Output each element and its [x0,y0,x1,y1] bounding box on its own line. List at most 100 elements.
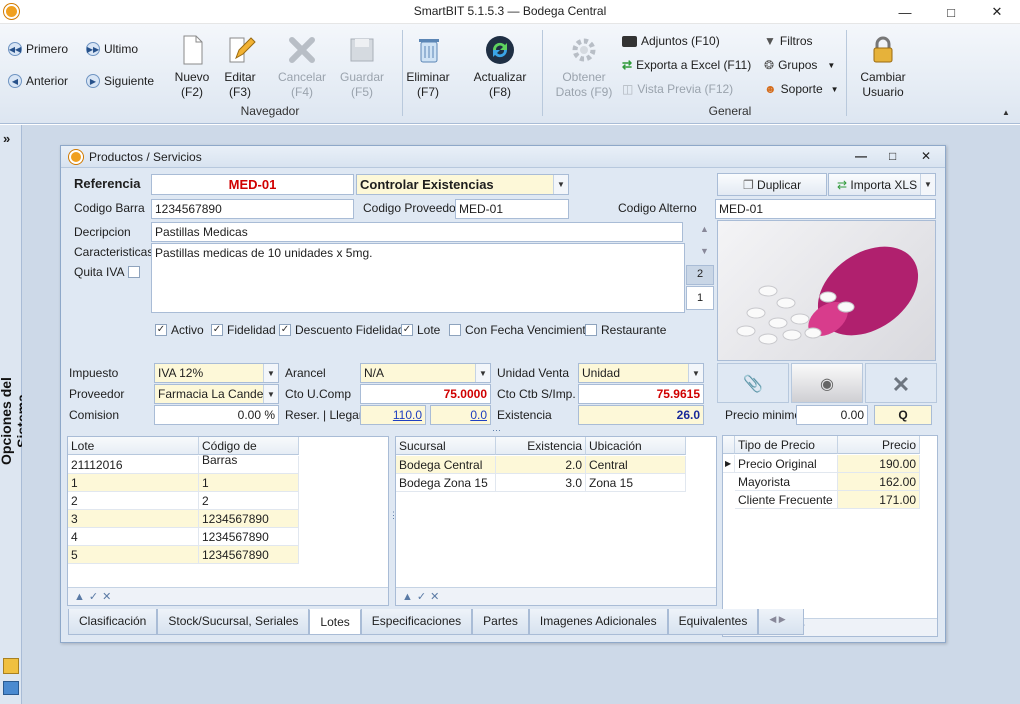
lot-barcode-cell[interactable] [199,456,299,474]
supplier-select[interactable]: Farmacia La Candelaria ▼ [154,384,279,404]
monitor-icon[interactable] [3,681,19,695]
edit-button[interactable]: Editar (F3) [210,30,270,100]
support-dropdown[interactable]: ☻ Soporte ▼ [764,82,839,96]
lots-grid-navigator[interactable]: ▲✓✕ [68,587,388,605]
tab-additional-images[interactable]: Imagenes Adicionales [528,609,668,635]
branch-stock-cell[interactable]: 3.0 [496,474,586,492]
last-button[interactable]: ▶▶ Ultimo [86,42,138,56]
tab-classification[interactable]: Clasificación [68,609,158,635]
tab-parts[interactable]: Partes [472,609,529,635]
tab-lots[interactable]: Lotes [309,609,361,635]
cancel-button[interactable]: Cancelar (F4) [272,30,332,100]
tab-stock-branch[interactable]: Stock/Sucursal, Seriales [157,609,310,635]
expand-panel-icon[interactable]: » [3,131,10,146]
lot-checkbox[interactable]: ✓ Lote [401,323,440,337]
page-tab-2[interactable]: 2 [686,265,714,285]
price-cell[interactable]: 171.00 [838,491,920,509]
price-type-column-header[interactable]: Tipo de Precio [735,436,838,454]
lot-barcode-cell[interactable]: 2 [199,492,299,510]
stock-grid-navigator[interactable]: ▲✓✕ [396,587,716,605]
next-button[interactable]: ▶ Siguiente [86,74,154,88]
control-mode-select[interactable]: Controlar Existencias ▼ [356,174,569,195]
lot-barcode-cell[interactable]: 1234567890 [199,546,299,564]
tariff-select[interactable]: N/A ▼ [360,363,491,383]
price-column-header[interactable]: Precio [838,436,920,454]
chevron-down-icon[interactable]: ▼ [920,174,935,195]
price-cell[interactable]: 162.00 [838,473,920,491]
accounting-cost-input[interactable]: 75.9615 [578,384,704,404]
attach-image-button[interactable]: 📎 [717,363,789,403]
branch-location-cell[interactable]: Central [586,456,686,474]
branch-column-header[interactable]: Sucursal [396,437,496,455]
chevron-down-icon[interactable]: ▼ [688,364,703,382]
branch-cell[interactable]: Bodega Central [396,456,496,474]
chevron-down-icon[interactable]: ▼ [475,364,490,382]
q-field[interactable]: Q [874,405,932,425]
chevron-down-icon[interactable]: ▼ [553,175,568,194]
remove-image-button[interactable]: ✕ [865,363,937,403]
restore-form-icon[interactable]: □ [889,149,896,163]
change-user-button[interactable]: Cambiar Usuario [852,30,914,100]
maximize-button[interactable]: □ [928,0,974,24]
characteristics-textarea[interactable]: Pastillas medicas de 10 unidades x 5mg. [151,243,685,313]
minimize-button[interactable]: — [882,0,928,24]
collapse-ribbon-icon[interactable]: ▲ [1002,108,1010,117]
supplier-code-input[interactable]: MED-01 [455,199,569,219]
branch-cell[interactable]: Bodega Zona 15 [396,474,496,492]
reference-input[interactable]: MED-01 [151,174,354,195]
tax-select[interactable]: IVA 12% ▼ [154,363,279,383]
incoming-link[interactable]: 0.0 [430,405,491,425]
save-button[interactable]: Guardar (F5) [332,30,392,100]
quita-iva-checkbox[interactable]: Quita IVA [74,265,141,279]
lot-cell[interactable]: 5 [68,546,199,564]
price-type-cell[interactable]: Mayorista [735,473,838,491]
module-icon[interactable] [3,658,19,674]
expiry-date-checkbox[interactable]: Con Fecha Vencimiento [449,323,592,337]
fetch-data-button[interactable]: Obtener Datos (F9) [552,30,616,100]
close-button[interactable]: ✕ [974,0,1020,24]
lot-cell[interactable]: 3 [68,510,199,528]
loyalty-checkbox[interactable]: ✓ Fidelidad [211,323,276,337]
alt-code-input[interactable]: MED-01 [715,199,936,219]
scroll-up-icon[interactable]: ▲ [700,224,709,234]
quita-iva-box[interactable] [128,266,141,278]
filters-button[interactable]: ▼ Filtros [764,34,813,48]
active-checkbox[interactable]: ✓ Activo [155,323,204,337]
print-preview-button[interactable]: ◫ Vista Previa (F12) [622,82,733,96]
previous-button[interactable]: ◀ Anterior [8,74,68,88]
minimize-form-icon[interactable]: — [855,149,867,163]
price-type-cell[interactable]: Cliente Frecuente [735,491,838,509]
sale-unit-select[interactable]: Unidad ▼ [578,363,704,383]
first-button[interactable]: ◀◀ Primero [8,42,68,56]
delete-button[interactable]: Eliminar (F7) [398,30,458,100]
branch-location-cell[interactable]: Zona 15 [586,474,686,492]
chevron-down-icon[interactable]: ▼ [263,385,278,403]
camera-capture-button[interactable]: ◉ [791,363,863,403]
lot-cell[interactable]: 1 [68,474,199,492]
stock-grid[interactable]: Sucursal Existencia Ubicación Bodega Cen… [395,436,717,606]
export-excel-button[interactable]: ⇄ Exporta a Excel (F11) [622,58,751,72]
tab-equivalents[interactable]: Equivalentes [667,609,759,635]
price-type-cell[interactable]: Precio Original [735,455,838,473]
description-input[interactable]: Pastillas Medicas [151,222,683,242]
purchase-cost-input[interactable]: 75.0000 [360,384,491,404]
lot-barcode-cell[interactable]: 1 [199,474,299,492]
attachments-button[interactable]: Adjuntos (F10) [622,34,720,48]
lot-column-header[interactable]: Lote [68,437,199,455]
min-price-input[interactable]: 0.00 [796,405,868,425]
location-column-header[interactable]: Ubicación [586,437,686,455]
lot-barcode-cell[interactable]: 1234567890 [199,528,299,546]
barcode-column-header[interactable]: Código de Barras [199,437,299,467]
stock-column-header[interactable]: Existencia [496,437,586,455]
barcode-input[interactable]: 1234567890 [151,199,354,219]
commission-input[interactable]: 0.00 % [154,405,279,425]
groups-dropdown[interactable]: ❂ Grupos ▼ [764,58,835,72]
lots-grid[interactable]: Lote Código de Barras 21112016 1 1 2 2 3… [67,436,389,606]
branch-stock-cell[interactable]: 2.0 [496,456,586,474]
tab-scroll-icon[interactable]: ◀ ▶ [758,609,805,635]
lot-cell[interactable]: 2 [68,492,199,510]
lot-cell[interactable]: 21112016 [68,456,199,474]
chevron-down-icon[interactable]: ▼ [263,364,278,382]
splitter-handle[interactable]: ⋯ [492,425,501,436]
tab-specifications[interactable]: Especificaciones [360,609,473,635]
